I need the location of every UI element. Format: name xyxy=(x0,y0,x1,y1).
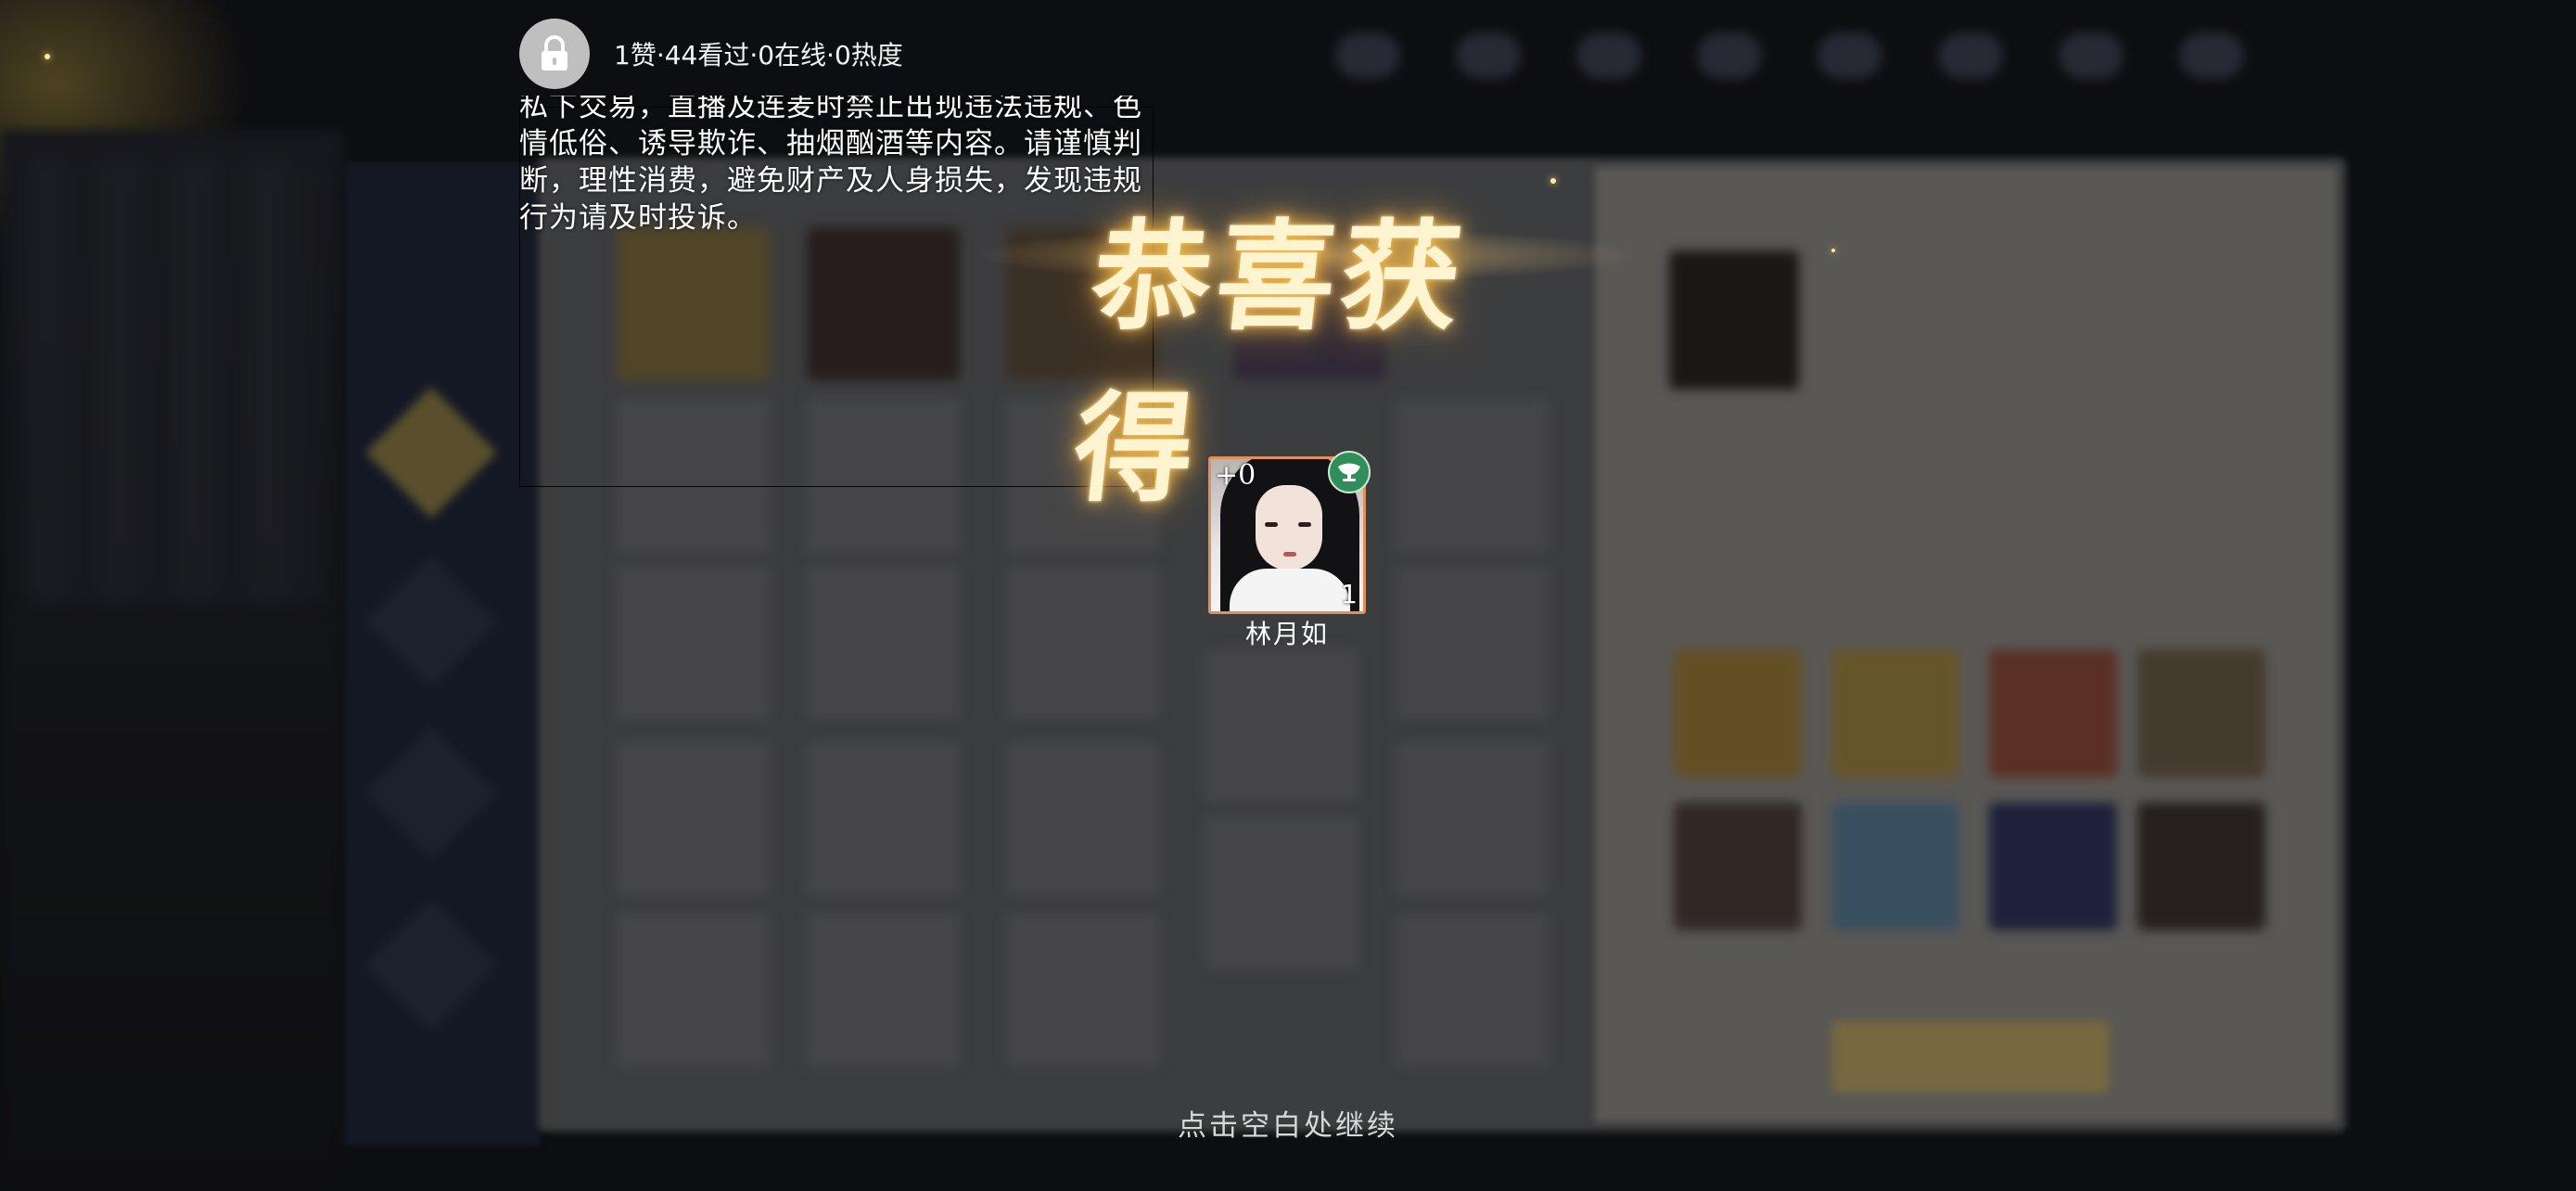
stream-info-bar: 1赞·44看过·0在线·0热度 xyxy=(519,19,903,89)
stream-stats: 1赞·44看过·0在线·0热度 xyxy=(614,40,903,70)
congrats-banner: 恭喜获得 xyxy=(974,172,1641,519)
sparkle xyxy=(45,54,50,59)
jade-cup-icon xyxy=(1328,451,1371,493)
lock-icon xyxy=(542,35,567,70)
portrait-lip xyxy=(1283,552,1296,557)
item-name: 林月如 xyxy=(1244,619,1329,649)
cup-glyph xyxy=(1338,463,1360,481)
portrait-eye xyxy=(1265,522,1278,527)
portrait-eye xyxy=(1298,522,1311,527)
item-enhance-level: +0 xyxy=(1215,459,1256,492)
portrait-face xyxy=(1256,485,1322,570)
item-count: 1 xyxy=(1341,579,1358,609)
sparkle xyxy=(1831,249,1835,252)
lock-button[interactable] xyxy=(519,19,590,89)
portrait-robe xyxy=(1230,569,1350,611)
sparkle xyxy=(1550,178,1556,184)
continue-hint: 点击空白处继续 xyxy=(1178,1109,1398,1143)
